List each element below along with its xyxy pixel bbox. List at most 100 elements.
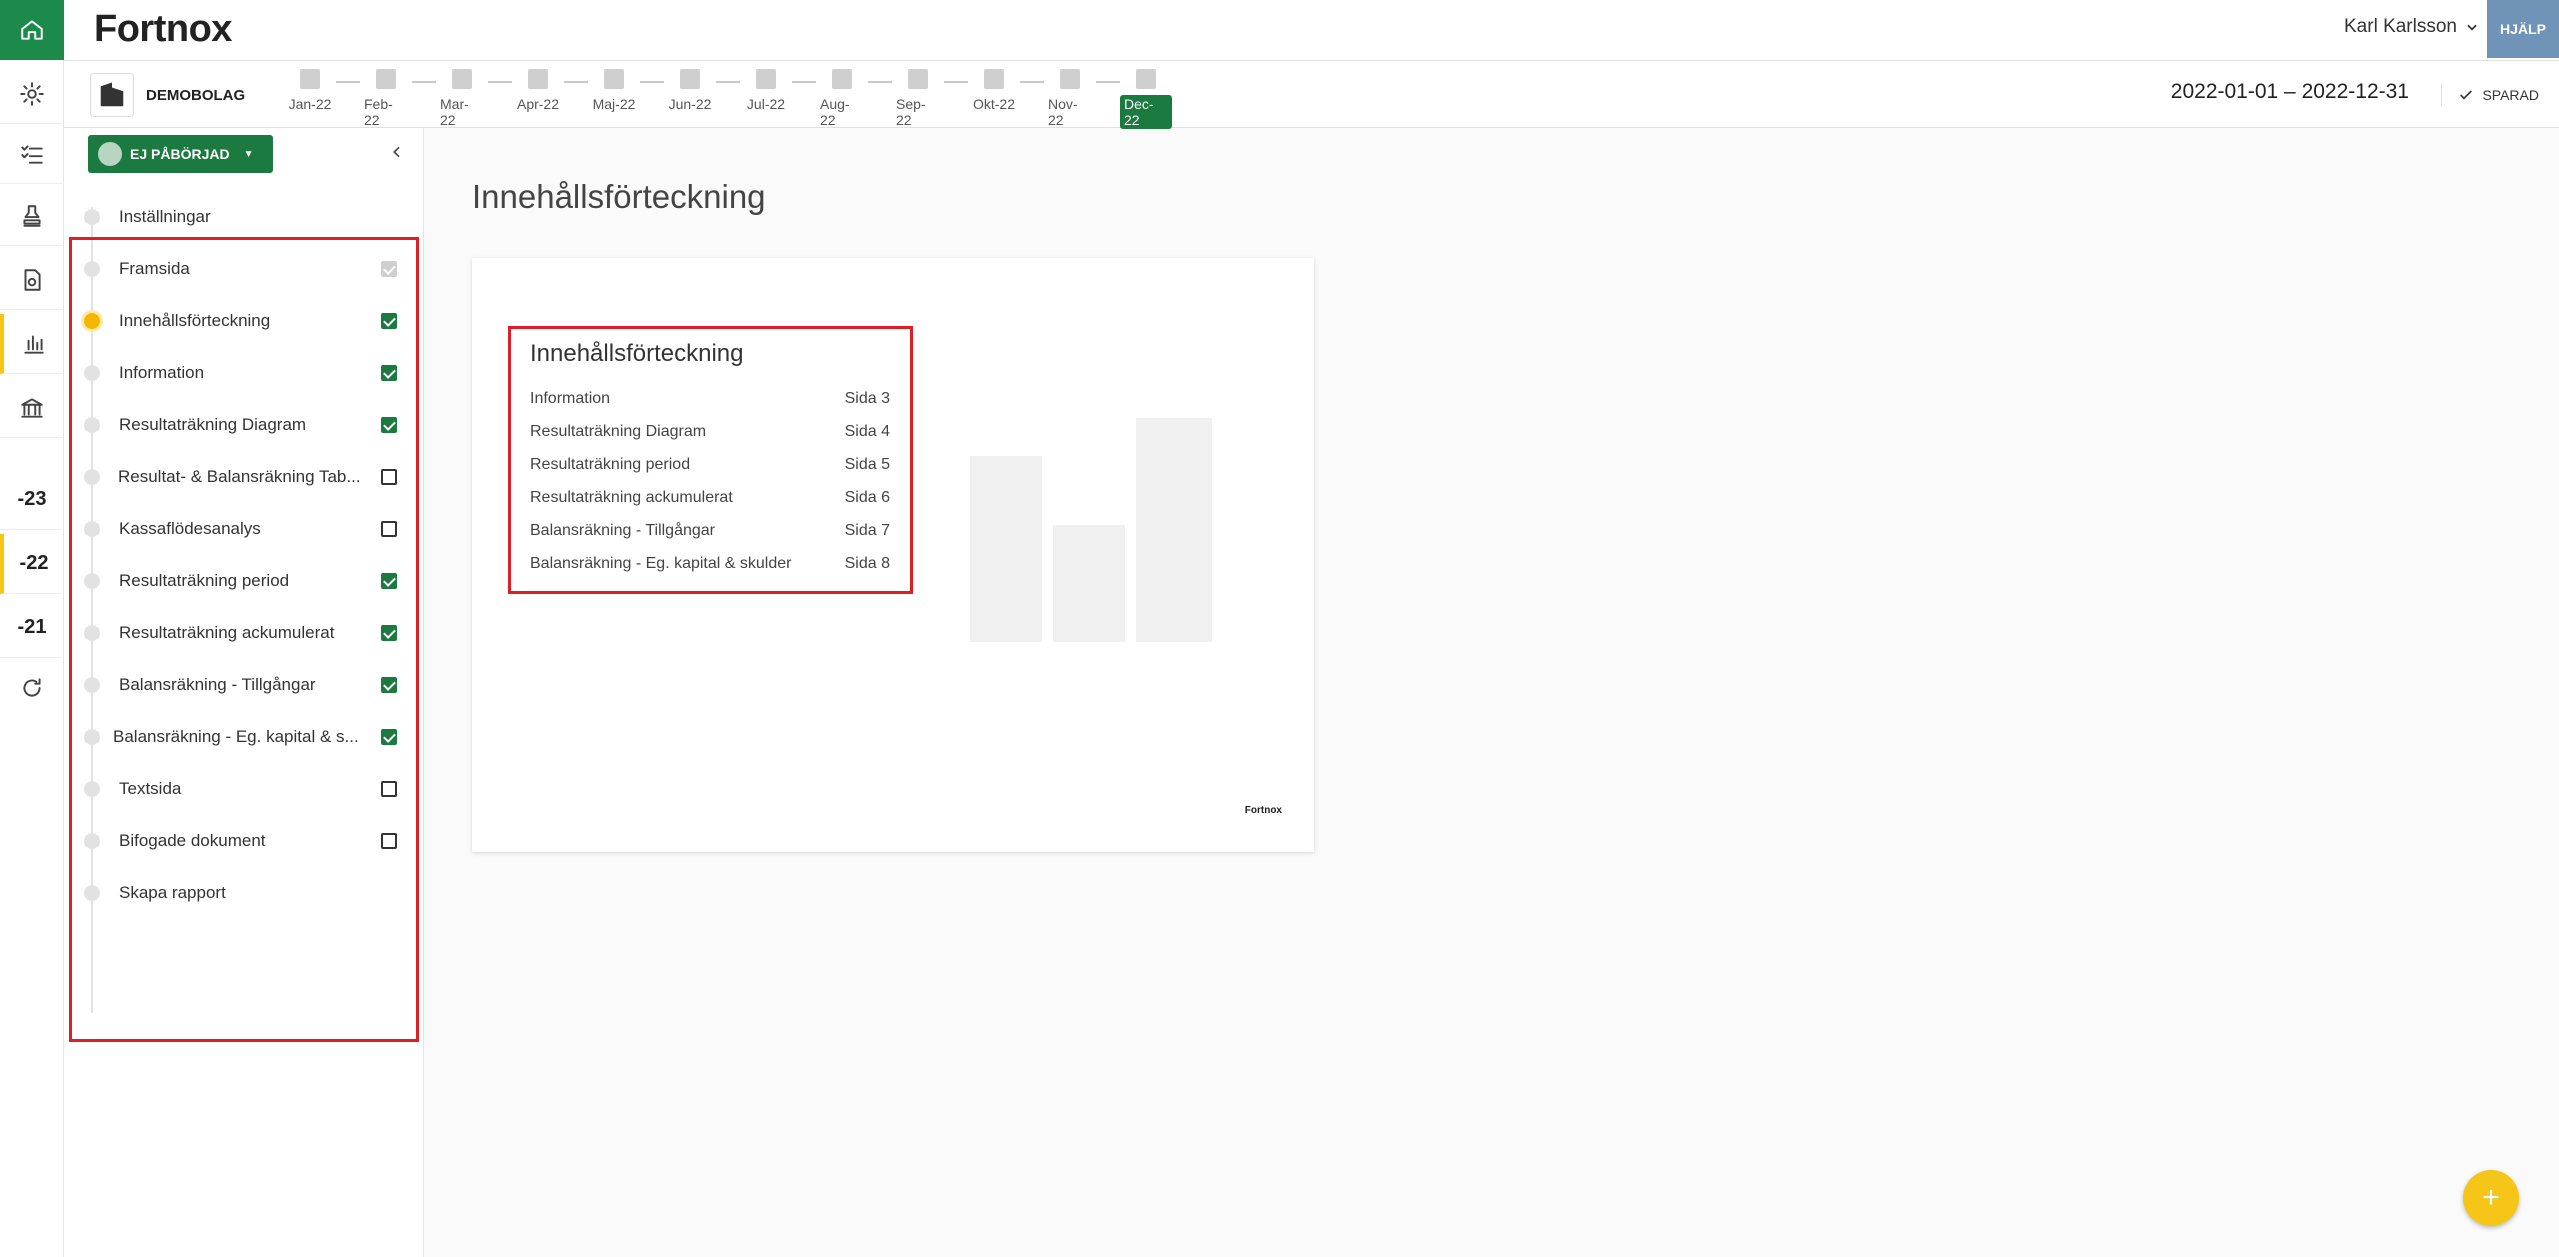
month-label: Okt-22 bbox=[972, 96, 1015, 112]
date-range: 2022-01-01 – 2022-12-31 bbox=[2170, 80, 2409, 103]
month-label: Jun-22 bbox=[668, 96, 712, 112]
year-2021[interactable]: -21 bbox=[0, 598, 64, 658]
month-chart-icon bbox=[832, 69, 852, 89]
fortnox-logo[interactable]: Fortnox bbox=[94, 8, 232, 51]
month-chart-icon bbox=[1136, 69, 1156, 89]
month-sep-22[interactable]: Sep-22 bbox=[892, 69, 944, 129]
user-name: Karl Karlsson bbox=[2344, 16, 2457, 37]
month-chart-icon bbox=[604, 69, 624, 89]
month-chart-icon bbox=[528, 69, 548, 89]
company-name: DEMOBOLAG bbox=[146, 86, 246, 104]
home-button[interactable] bbox=[0, 0, 64, 60]
month-label: Aug-22 bbox=[820, 96, 850, 128]
month-dec-22[interactable]: Dec-22 bbox=[1120, 69, 1172, 129]
month-jun-22[interactable]: Jun-22 bbox=[664, 69, 716, 113]
month-nov-22[interactable]: Nov-22 bbox=[1044, 69, 1096, 129]
month-connector bbox=[868, 81, 892, 83]
company-selector[interactable]: DEMOBOLAG bbox=[90, 73, 245, 117]
status-dropdown[interactable]: EJ PÅBÖRJAD ▼ bbox=[88, 135, 273, 173]
month-chart-icon bbox=[908, 69, 928, 89]
month-jan-22[interactable]: Jan-22 bbox=[284, 69, 336, 113]
collapse-sidebar-button[interactable] bbox=[389, 140, 405, 166]
month-chart-icon bbox=[680, 69, 700, 89]
month-connector bbox=[1020, 81, 1044, 83]
month-label: Mar-22 bbox=[440, 96, 469, 128]
refresh-icon bbox=[23, 678, 41, 697]
add-fab-button[interactable]: + bbox=[2463, 1170, 2519, 1226]
month-chart-icon bbox=[1060, 69, 1080, 89]
left-rail: -23 -22 -21 bbox=[0, 0, 64, 1257]
month-chart-icon bbox=[452, 69, 472, 89]
top-bar: Fortnox Karl Karlsson HJÄLP bbox=[64, 0, 2559, 61]
month-label: Apr-22 bbox=[516, 96, 560, 112]
caret-down-icon: ▼ bbox=[243, 148, 254, 160]
step-item[interactable]: Inställningar bbox=[64, 191, 424, 243]
stamp-icon bbox=[23, 204, 41, 227]
help-button[interactable]: HJÄLP bbox=[2487, 0, 2559, 58]
month-label: Jan-22 bbox=[288, 96, 332, 112]
year-2022[interactable]: -22 bbox=[0, 534, 64, 594]
settings-nav[interactable] bbox=[0, 64, 64, 124]
reports-nav[interactable] bbox=[0, 314, 64, 374]
report-steps-sidebar: EJ PÅBÖRJAD ▼ Inställningar Framsida Inneh… bbox=[64, 128, 424, 1257]
checklist-nav[interactable] bbox=[0, 124, 64, 184]
month-okt-22[interactable]: Okt-22 bbox=[968, 69, 1020, 113]
month-chart-icon bbox=[300, 69, 320, 89]
month-connector bbox=[944, 81, 968, 83]
month-connector bbox=[792, 81, 816, 83]
document-icon bbox=[24, 268, 41, 291]
building-icon bbox=[90, 73, 134, 117]
bank-icon bbox=[21, 397, 43, 418]
avatar bbox=[98, 142, 122, 166]
month-label: Maj-22 bbox=[592, 96, 636, 112]
checklist-icon bbox=[21, 144, 43, 164]
saved-status: SPARAD bbox=[2441, 84, 2539, 106]
month-chart-icon bbox=[756, 69, 776, 89]
month-aug-22[interactable]: Aug-22 bbox=[816, 69, 868, 129]
month-feb-22[interactable]: Feb-22 bbox=[360, 69, 412, 129]
step-label: Inställningar bbox=[119, 207, 211, 226]
bar-chart-icon bbox=[24, 334, 44, 354]
month-timeline: Jan-22 Feb-22 Mar-22 Apr-22 Maj-22 Jun-22 Jul-… bbox=[284, 69, 1172, 129]
month-jul-22[interactable]: Jul-22 bbox=[740, 69, 792, 113]
month-connector bbox=[488, 81, 512, 83]
month-apr-22[interactable]: Apr-22 bbox=[512, 69, 564, 113]
month-connector bbox=[564, 81, 588, 83]
status-label: EJ PÅBÖRJAD bbox=[130, 146, 230, 162]
month-chart-icon bbox=[376, 69, 396, 89]
placeholder-bar bbox=[1136, 418, 1212, 642]
period-bar: DEMOBOLAG Jan-22 Feb-22 Mar-22 Apr-22 Maj-22… bbox=[64, 61, 2559, 129]
user-menu[interactable]: Karl Karlsson bbox=[2344, 16, 2479, 38]
bank-nav[interactable] bbox=[0, 378, 64, 438]
month-maj-22[interactable]: Maj-22 bbox=[588, 69, 640, 113]
documents-nav[interactable] bbox=[0, 250, 64, 310]
month-mar-22[interactable]: Mar-22 bbox=[436, 69, 488, 129]
check-icon bbox=[2460, 90, 2473, 100]
placeholder-bar bbox=[970, 456, 1042, 642]
chevron-left-icon bbox=[393, 146, 400, 158]
month-label: Feb-22 bbox=[364, 96, 393, 128]
month-label: Dec-22 bbox=[1120, 95, 1172, 129]
card-logo: Fortnox bbox=[1244, 805, 1282, 816]
month-chart-icon bbox=[984, 69, 1004, 89]
month-label: Jul-22 bbox=[746, 96, 786, 112]
year-2023[interactable]: -23 bbox=[0, 470, 64, 530]
page-preview[interactable]: Innehållsförteckning Information Sida 3 Re… bbox=[472, 258, 1314, 852]
placeholder-bar bbox=[1053, 525, 1125, 642]
chevron-down-icon bbox=[2467, 24, 2477, 31]
page-title: Innehållsförteckning bbox=[472, 178, 766, 215]
refresh-button[interactable] bbox=[0, 658, 64, 718]
toc-highlight-box bbox=[508, 326, 913, 594]
step-dot bbox=[84, 209, 100, 225]
month-connector bbox=[640, 81, 664, 83]
saved-label: SPARAD bbox=[2482, 87, 2539, 103]
month-connector bbox=[412, 81, 436, 83]
stamp-nav[interactable] bbox=[0, 186, 64, 246]
month-connector bbox=[716, 81, 740, 83]
home-icon bbox=[21, 20, 43, 40]
steps-highlight-box bbox=[69, 237, 419, 1042]
month-label: Sep-22 bbox=[896, 96, 926, 128]
gear-icon bbox=[20, 81, 44, 106]
month-connector bbox=[1096, 81, 1120, 83]
month-label: Nov-22 bbox=[1048, 96, 1078, 128]
